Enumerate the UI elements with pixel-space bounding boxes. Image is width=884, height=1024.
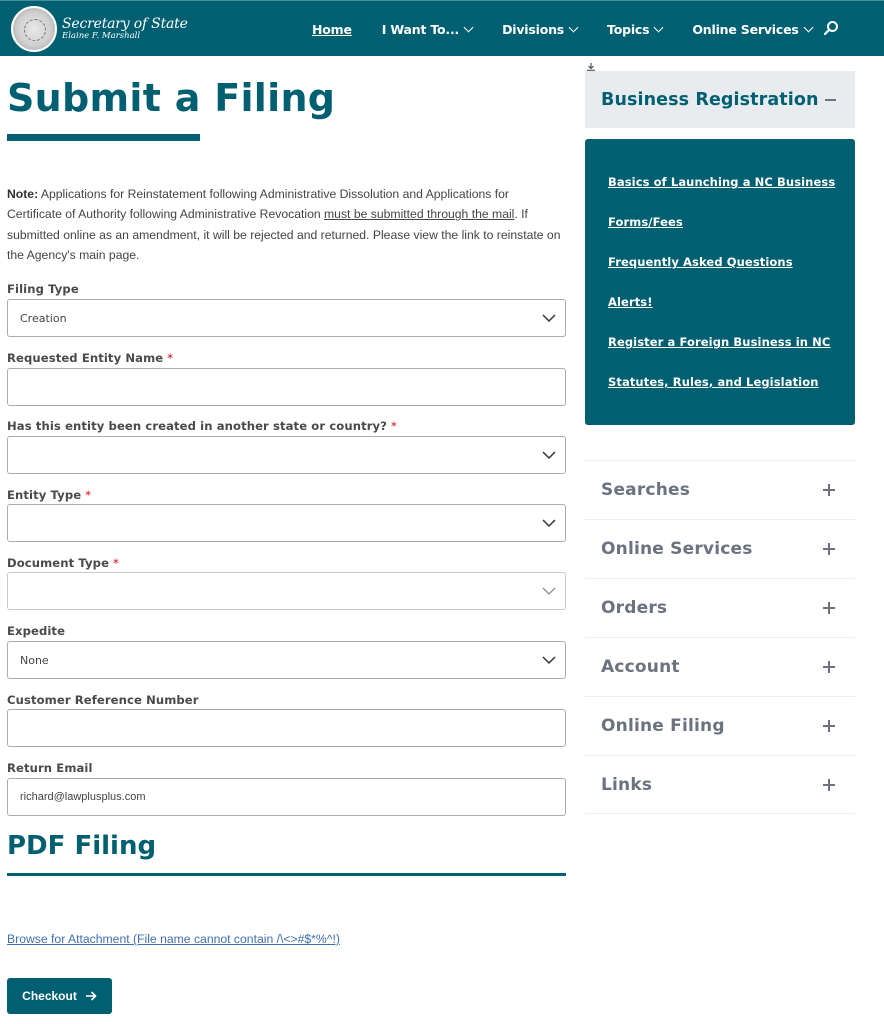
required-marker: * [85,488,92,502]
customer-reference-label: Customer Reference Number [7,693,199,707]
link-faq[interactable]: Frequently Asked Questions [608,255,793,269]
entity-type-label: Entity Type * [7,488,92,502]
arrow-right-icon [85,990,97,1002]
plus-icon [823,661,835,673]
nav-i-want-to[interactable]: I Want To... [382,22,474,37]
pdf-filing-divider [7,873,566,876]
accordion-searches[interactable]: Searches [585,460,855,519]
accordion-links[interactable]: Links [585,755,855,814]
plus-icon [823,543,835,555]
nav-online-services[interactable]: Online Services [692,22,814,37]
plus-icon [823,484,835,496]
note-prefix: Note: [7,187,39,201]
required-marker: * [391,419,397,433]
state-seal-icon [11,6,57,52]
plus-icon [823,602,835,614]
accordion-account[interactable]: Account [585,637,855,696]
search-icon[interactable] [823,20,839,36]
main-nav: Home I Want To... Divisions Topics Onlin… [312,1,842,57]
entity-name-input[interactable] [7,368,566,406]
browse-attachment-link[interactable]: Browse for Attachment (File name cannot … [7,932,340,946]
document-type-select[interactable] [7,572,566,610]
document-type-label: Document Type * [7,556,119,570]
title-underline [7,134,200,141]
return-email-label: Return Email [7,761,93,775]
plus-icon [823,720,835,732]
filing-type-select[interactable]: Creation [7,299,566,337]
expedite-label: Expedite [7,624,66,638]
logo-subtitle: Elaine F. Marshall [62,31,141,42]
chevron-down-icon [542,653,556,667]
entity-type-select[interactable] [7,504,566,542]
pdf-filing-heading: PDF Filing [7,831,157,861]
nav-divisions[interactable]: Divisions [502,22,579,37]
plus-icon [823,779,835,791]
nav-topics[interactable]: Topics [607,22,664,37]
chevron-down-icon [542,448,556,462]
other-state-label: Has this entity been created in another … [7,419,397,433]
link-forms-fees[interactable]: Forms/Fees [608,215,683,229]
reinstatement-note: Note: Applications for Reinstatement fol… [7,187,561,262]
site-logo[interactable]: Secretary of State Elaine F. Marshall [11,6,188,52]
chevron-down-icon [463,22,474,32]
link-register-foreign[interactable]: Register a Foreign Business in NC [608,335,830,349]
accordion-online-services[interactable]: Online Services [585,519,855,578]
site-header: Secretary of State Elaine F. Marshall Ho… [0,0,884,56]
link-basics-launching[interactable]: Basics of Launching a NC Business [608,175,835,189]
return-email-input[interactable] [7,778,566,816]
business-registration-toggle[interactable]: Business Registration [585,71,855,128]
customer-reference-input[interactable] [7,709,566,747]
download-icon [586,56,596,71]
entity-name-label: Requested Entity Name * [7,351,174,365]
logo-title: Secretary of State [62,16,188,33]
chevron-down-icon [542,311,556,325]
chevron-down-icon [542,584,556,598]
required-marker: * [167,351,174,365]
note-emphasis: must be submitted through the mail [324,207,515,222]
page-title: Submit a Filing [7,76,336,120]
filing-type-label: Filing Type [7,282,79,296]
minus-icon [825,99,836,101]
chevron-down-icon [542,516,556,530]
other-state-select[interactable] [7,436,566,474]
checkout-button[interactable]: Checkout [7,978,112,1014]
link-alerts[interactable]: Alerts! [608,295,653,309]
nav-home[interactable]: Home [312,22,352,37]
chevron-down-icon [653,22,664,32]
required-marker: * [113,556,119,570]
chevron-down-icon [803,22,814,32]
accordion-orders[interactable]: Orders [585,578,855,637]
chevron-down-icon [568,22,579,32]
business-registration-title: Business Registration [601,89,819,110]
accordion-online-filing[interactable]: Online Filing [585,696,855,755]
business-registration-panel: Basics of Launching a NC Business Forms/… [585,139,855,425]
link-statutes[interactable]: Statutes, Rules, and Legislation [608,375,819,389]
expedite-select[interactable]: None [7,641,566,679]
